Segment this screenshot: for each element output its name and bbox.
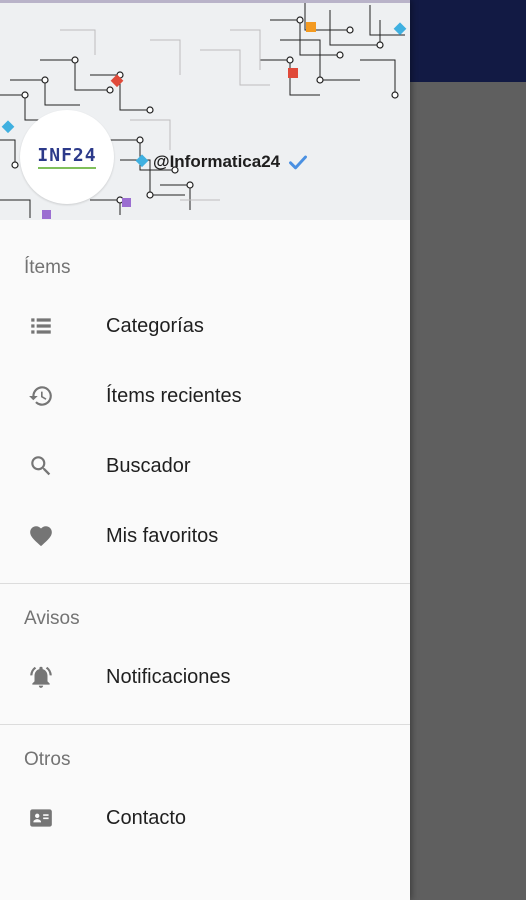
menu-item-label: Categorías (106, 314, 204, 337)
menu-item-label: Mis favoritos (106, 524, 219, 547)
avatar-logo-text: INF24 (37, 145, 97, 166)
menu-item-label: Contacto (106, 806, 187, 829)
menu-item-label: Ítems recientes (106, 384, 242, 407)
avatar-logo-underline (38, 167, 96, 169)
search-icon (0, 453, 106, 479)
section-title-avisos: Avisos (24, 608, 80, 629)
navigation-drawer: INF24 @Informatica24 Ítems Categorías Ít… (0, 0, 410, 900)
header-topline (0, 0, 410, 3)
menu-item-label: Notificaciones (106, 665, 231, 688)
account-handle-text: @Informatica24 (153, 152, 281, 171)
list-icon (0, 313, 106, 339)
menu-item-label: Buscador (106, 454, 191, 477)
account-handle[interactable]: @Informatica24 (153, 152, 308, 172)
menu-item-buscador[interactable]: Buscador (0, 431, 410, 501)
inf24-logo: INF24 (37, 145, 96, 169)
menu-item-contacto[interactable]: Contacto (0, 783, 410, 853)
menu-item-categorias[interactable]: Categorías (0, 291, 410, 361)
menu-item-notificaciones[interactable]: Notificaciones (0, 642, 410, 712)
verified-check-icon (289, 155, 308, 170)
menu-item-items-recientes[interactable]: Ítems recientes (0, 361, 410, 431)
heart-icon (0, 523, 106, 549)
section-title-otros: Otros (24, 749, 71, 770)
menu-item-mis-favoritos[interactable]: Mis favoritos (0, 501, 410, 571)
history-icon (0, 383, 106, 409)
contact-card-icon (0, 805, 106, 831)
avatar[interactable]: INF24 (20, 110, 114, 204)
bell-icon (0, 664, 106, 690)
drawer-header: INF24 @Informatica24 (0, 0, 410, 220)
section-divider (0, 724, 410, 725)
section-title-items: Ítems (24, 257, 71, 278)
section-divider (0, 583, 410, 584)
